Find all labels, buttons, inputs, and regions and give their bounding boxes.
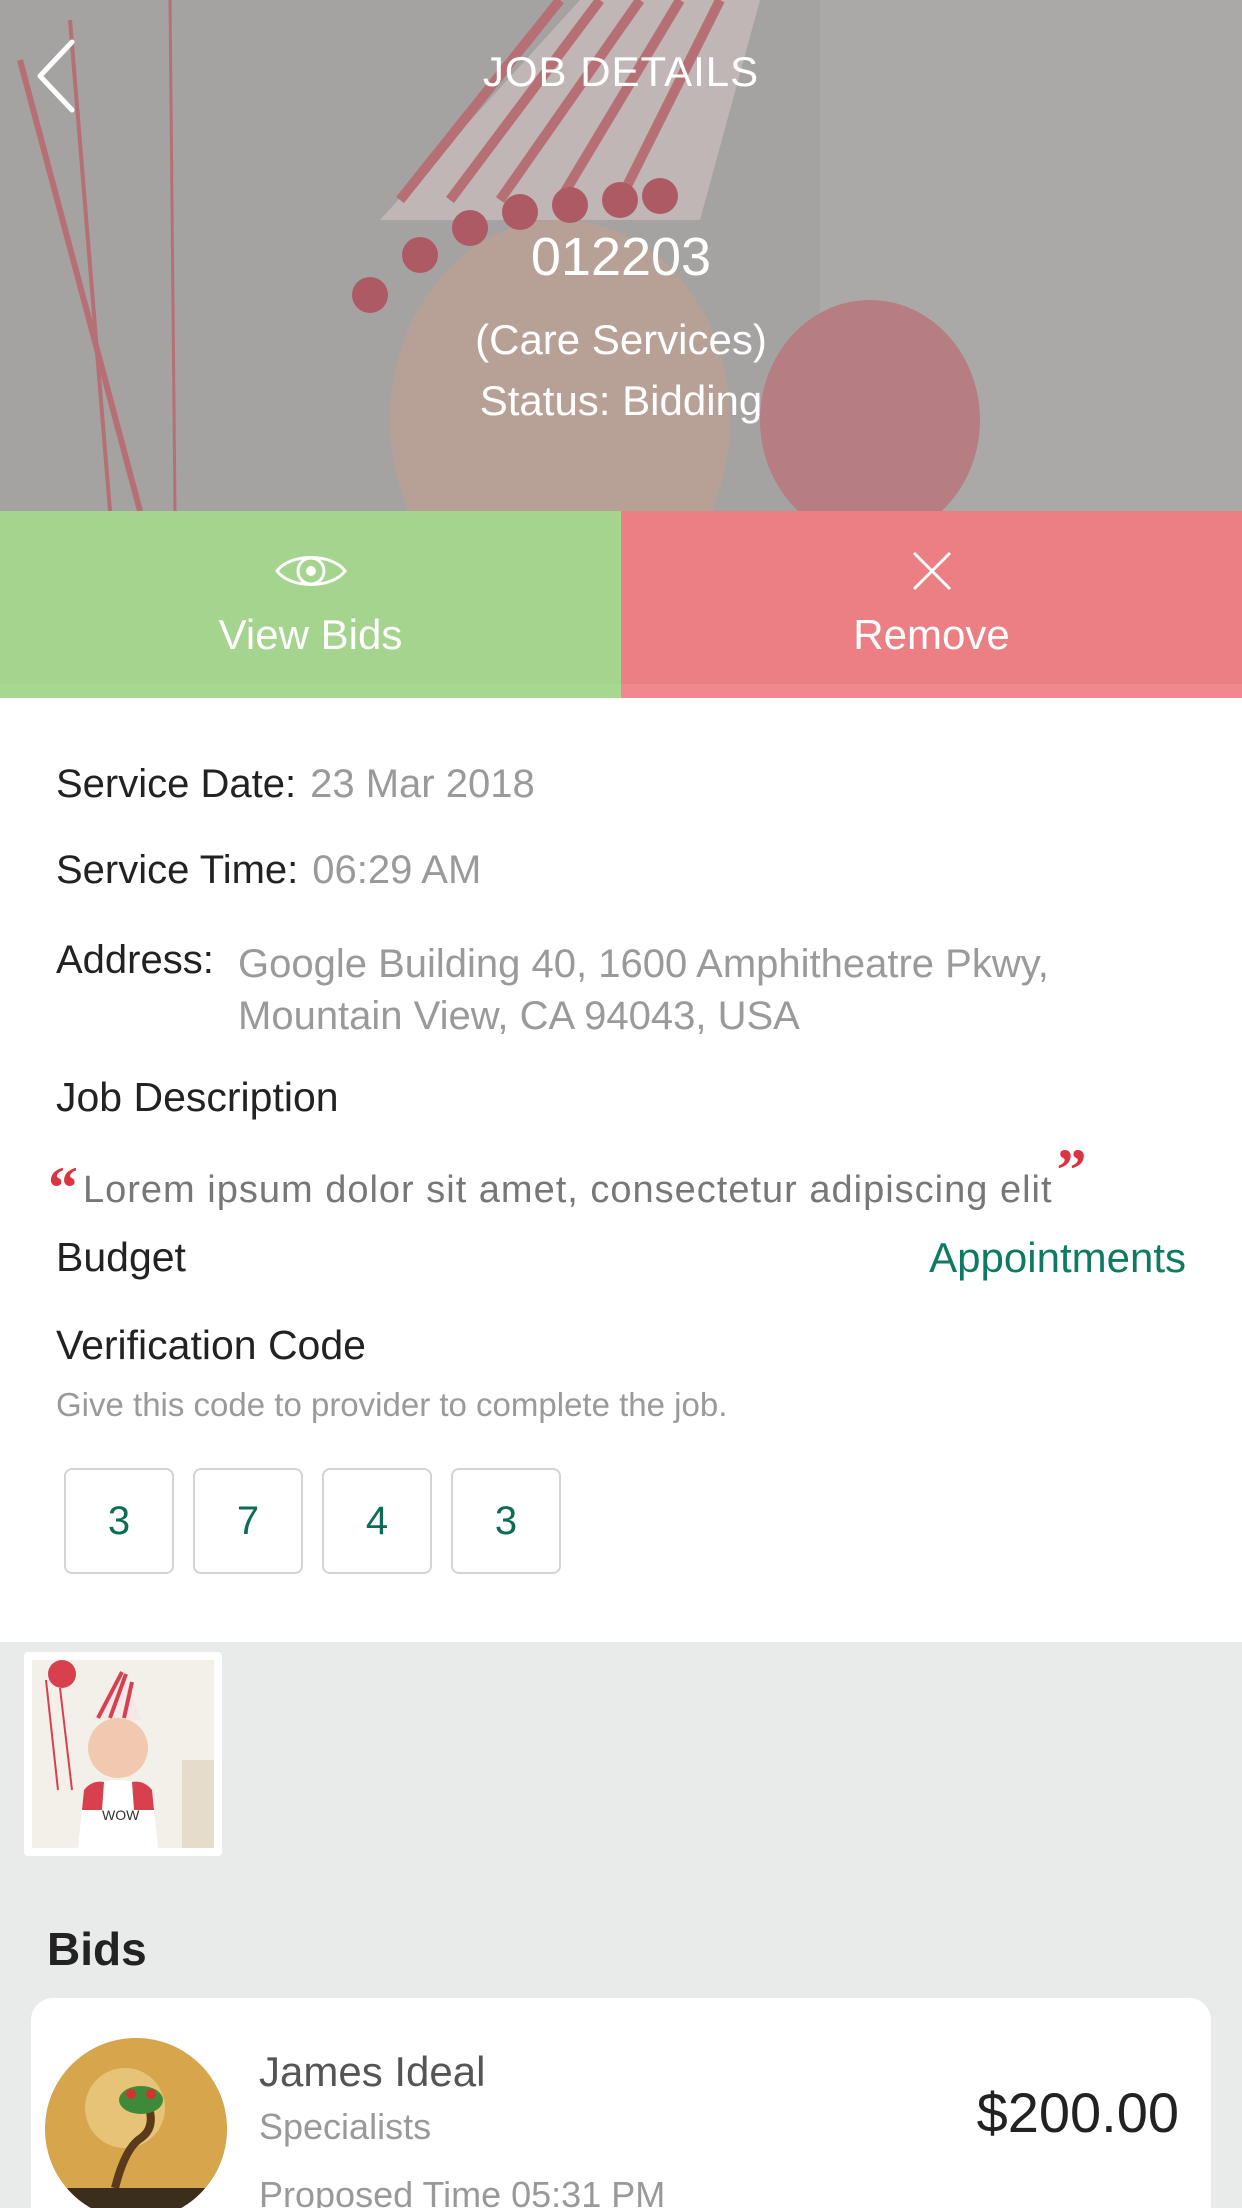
remove-label: Remove: [853, 611, 1010, 658]
open-quote-icon: “: [48, 1155, 79, 1221]
job-photo-thumbnail[interactable]: WOW: [24, 1652, 222, 1856]
svg-text:WOW: WOW: [102, 1807, 140, 1823]
bidder-role: Specialists: [259, 2106, 432, 2147]
bid-proposed-time: Proposed Time 05:31 PM: [259, 2174, 666, 2208]
close-icon: [912, 551, 951, 591]
bids-section-title: Bids: [47, 1923, 147, 1975]
address-label: Address:: [56, 938, 214, 982]
job-description-text: Lorem ipsum dolor sit amet, consectetur …: [83, 1169, 1053, 1211]
remove-button[interactable]: Remove: [621, 511, 1242, 698]
verification-digit: 3: [451, 1468, 561, 1574]
appointments-link[interactable]: Appointments: [929, 1234, 1186, 1282]
bidder-name: James Ideal: [259, 2048, 486, 2095]
service-date-label: Service Date:: [56, 762, 297, 806]
job-description-label: Job Description: [56, 1074, 339, 1120]
verification-digit: 3: [64, 1468, 174, 1574]
bidder-avatar: [45, 2038, 227, 2208]
bid-amount: $200.00: [976, 2081, 1179, 2144]
job-status: Status: Bidding: [479, 377, 763, 424]
address-value: Google Building 40, 1600 Amphitheatre Pk…: [238, 942, 1049, 1038]
service-date-value: 23 Mar 2018: [310, 762, 535, 806]
page-title: JOB DETAILS: [482, 48, 760, 95]
view-bids-button[interactable]: View Bids: [0, 511, 621, 698]
job-description-quote: “Lorem ipsum dolor sit amet, consectetur…: [48, 1137, 1088, 1221]
budget-label: Budget: [56, 1234, 186, 1280]
view-bids-label: View Bids: [218, 611, 403, 658]
job-actions: View Bids Remove: [0, 511, 1242, 698]
verification-code-title: Verification Code: [56, 1322, 366, 1368]
service-time-value: 06:29 AM: [312, 848, 482, 892]
job-photo: WOW: [32, 1660, 214, 1848]
eye-icon: [274, 556, 347, 586]
job-category: (Care Services): [475, 316, 767, 363]
service-time-label: Service Time:: [56, 848, 299, 892]
job-header: JOB DETAILS 012203 (Care Services) Statu…: [0, 0, 1242, 511]
service-date-row: Service Date: 23 Mar 2018: [56, 762, 535, 807]
job-id: 012203: [530, 227, 712, 287]
verification-digit: 7: [193, 1468, 303, 1574]
verification-code-hint: Give this code to provider to complete t…: [56, 1386, 728, 1423]
bid-card[interactable]: James Ideal Specialists Proposed Time 05…: [31, 1998, 1211, 2208]
close-quote-icon: ”: [1056, 1137, 1088, 1203]
service-time-row: Service Time: 06:29 AM: [56, 848, 481, 893]
verification-digit: 4: [322, 1468, 432, 1574]
